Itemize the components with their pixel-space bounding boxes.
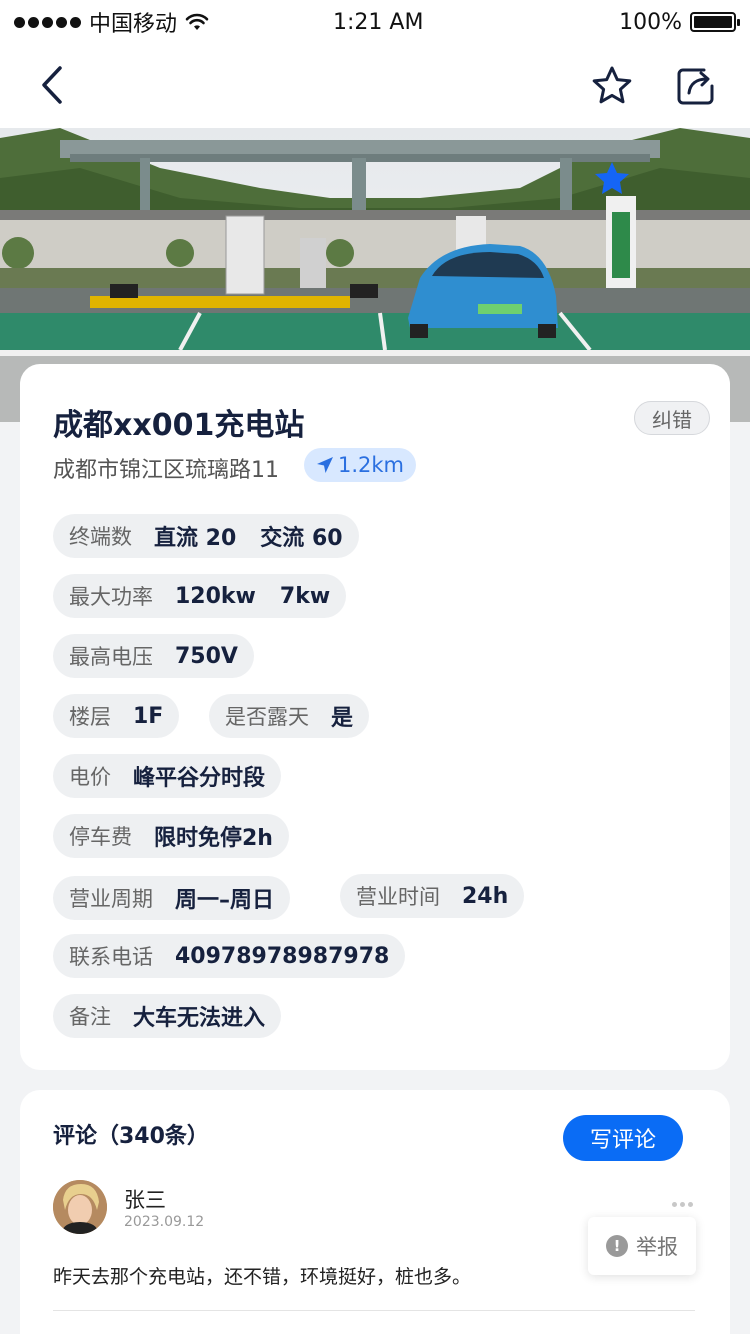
outdoor-value: 是	[331, 706, 354, 731]
navigation-arrow-icon	[317, 457, 333, 473]
comment-user-name: 张三	[124, 1188, 166, 1212]
status-left: 中国移动	[14, 6, 209, 38]
share-icon	[677, 68, 714, 105]
max-voltage-label: 最高电压	[69, 645, 153, 669]
max-voltage-chip: 最高电压 750V	[53, 634, 254, 678]
comment-date: 2023.09.12	[124, 1214, 205, 1230]
write-comment-button[interactable]: 写评论	[563, 1115, 683, 1161]
business-days-chip: 营业周期 周一–周日	[53, 876, 291, 920]
price-value: 峰平谷分时段	[133, 766, 266, 791]
comments-card: 评论（340条） 写评论 张三 2023.09.12 ! 举报 昨天去那个充电站…	[20, 1090, 730, 1334]
parking-fee-label: 停车费	[69, 825, 132, 849]
max-power-label: 最大功率	[69, 585, 153, 609]
floor-label: 楼层	[69, 705, 111, 729]
more-options-icon[interactable]	[672, 1202, 693, 1207]
carrier-label: 中国移动	[89, 12, 178, 37]
phone-value[interactable]: 40978978987978	[175, 944, 389, 969]
terminals-chip: 终端数 直流 20 交流 60	[53, 514, 359, 558]
favorite-button[interactable]	[590, 64, 634, 108]
business-hours-value: 24h	[462, 883, 509, 909]
report-error-button[interactable]: 纠错	[634, 401, 710, 435]
divider	[53, 1310, 695, 1311]
outdoor-chip: 是否露天 是	[209, 694, 370, 738]
business-days-value: 周一–周日	[175, 888, 275, 913]
terminals-ac: 交流 60	[260, 526, 343, 551]
station-name: 成都xx001充电站	[53, 408, 305, 443]
distance-value: 1.2km	[338, 453, 405, 477]
status-right: 100%	[619, 9, 740, 35]
station-info-card: 成都xx001充电站 纠错 成都市锦江区琉璃路11 1.2km 终端数 直流 2…	[20, 364, 730, 1070]
parking-fee-chip: 停车费 限时免停2h	[53, 814, 289, 858]
max-power-chip: 最大功率 120kw 7kw	[53, 574, 347, 618]
report-comment-label: 举报	[636, 1235, 678, 1259]
phone-label: 联系电话	[69, 945, 153, 969]
phone-chip[interactable]: 联系电话 40978978987978	[53, 934, 406, 978]
signal-icon	[14, 16, 81, 28]
station-address: 成都市锦江区琉璃路11	[53, 458, 279, 483]
business-hours-label: 营业时间	[356, 885, 440, 909]
outdoor-label: 是否露天	[225, 705, 309, 729]
note-chip: 备注 大车无法进入	[53, 994, 282, 1038]
terminals-label: 终端数	[69, 525, 132, 549]
max-power-dc: 120kw	[175, 583, 256, 609]
business-days-label: 营业周期	[69, 887, 153, 911]
report-comment-button[interactable]: ! 举报	[588, 1217, 696, 1275]
max-voltage-value: 750V	[175, 643, 238, 669]
comment-text: 昨天去那个充电站，还不错，环境挺好，桩也多。	[53, 1266, 472, 1288]
note-value: 大车无法进入	[133, 1006, 266, 1031]
parking-fee-value: 限时免停2h	[154, 826, 273, 851]
battery-percent: 100%	[619, 9, 682, 35]
chevron-left-icon	[42, 66, 62, 104]
star-outline-icon	[592, 66, 632, 104]
business-hours-chip: 营业时间 24h	[340, 874, 525, 918]
note-label: 备注	[69, 1005, 111, 1029]
warning-icon: !	[606, 1235, 628, 1257]
nav-bar	[0, 44, 750, 128]
share-button[interactable]	[674, 64, 718, 108]
status-time: 1:21 AM	[333, 9, 424, 35]
floor-chip: 楼层 1F	[53, 694, 180, 738]
price-chip: 电价 峰平谷分时段	[53, 754, 282, 798]
status-bar: 中国移动 1:21 AM 100%	[0, 0, 750, 44]
max-power-ac: 7kw	[279, 583, 331, 609]
battery-icon	[690, 12, 740, 32]
distance-badge[interactable]: 1.2km	[304, 448, 417, 482]
terminals-dc: 直流 20	[154, 526, 237, 551]
floor-value: 1F	[133, 703, 164, 729]
wifi-icon	[185, 13, 209, 30]
comments-title: 评论（340条）	[53, 1124, 209, 1149]
back-button[interactable]	[36, 64, 76, 108]
avatar[interactable]	[53, 1180, 107, 1234]
price-label: 电价	[69, 765, 111, 789]
